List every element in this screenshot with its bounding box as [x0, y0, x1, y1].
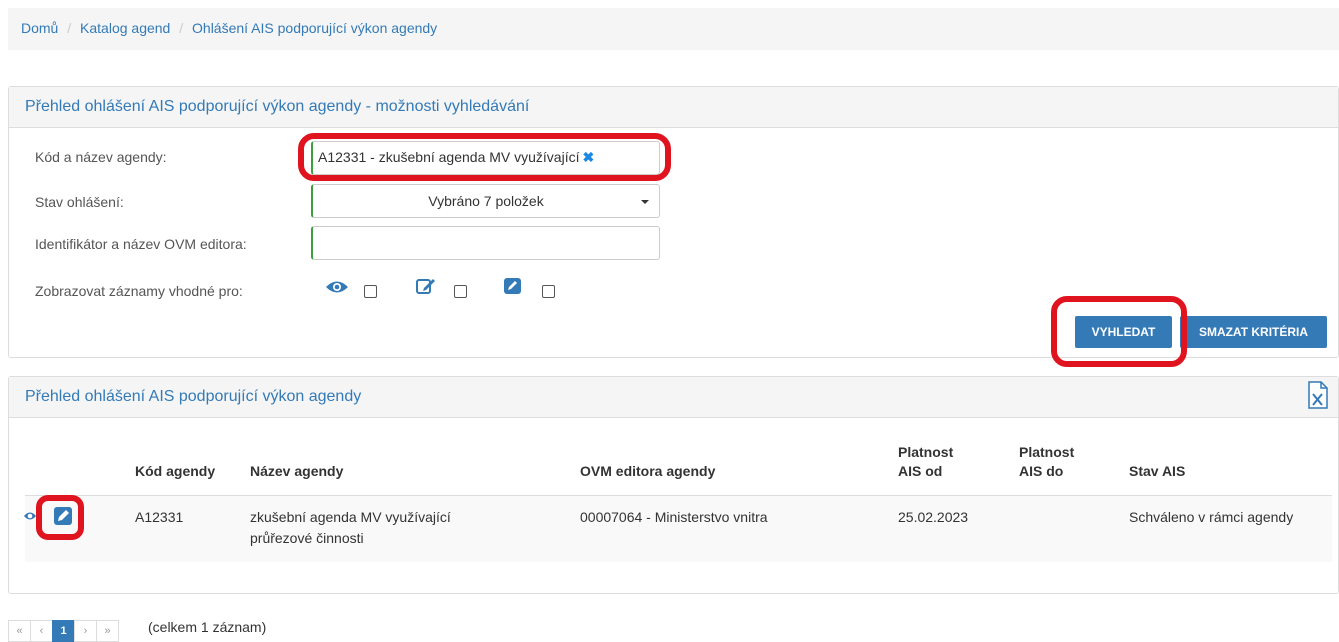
breadcrumb: Domů / Katalog agend / Ohlášení AIS podp…	[8, 8, 1339, 50]
col-ovm[interactable]: OVM editora agendy	[580, 462, 715, 481]
col-valid-from-line2: AIS od	[898, 463, 943, 479]
col-state[interactable]: Stav AIS	[1129, 462, 1185, 481]
state-label: Stav ohlášení:	[35, 194, 124, 210]
col-valid-to[interactable]: Platnost AIS do	[1019, 443, 1074, 481]
breadcrumb-separator: /	[179, 20, 184, 36]
col-code[interactable]: Kód agendy	[135, 462, 215, 481]
table-row	[25, 495, 1332, 562]
results-panel: Přehled ohlášení AIS podporující výkon a…	[8, 376, 1339, 594]
breadcrumb-catalog[interactable]: Katalog agend	[80, 20, 170, 36]
cell-name-line2: průřezové činnosti	[250, 530, 364, 546]
col-valid-from-line1: Platnost	[898, 444, 954, 460]
col-name[interactable]: Název agendy	[250, 462, 343, 481]
eye-icon	[326, 281, 348, 293]
state-select[interactable]: Vybráno 7 položek	[311, 184, 660, 218]
editor-label: Identifikátor a název OVM editora:	[35, 236, 247, 252]
results-title: Přehled ohlášení AIS podporující výkon a…	[25, 388, 362, 405]
state-select-value: Vybráno 7 položek	[428, 193, 544, 209]
col-valid-from[interactable]: Platnost AIS od	[898, 443, 953, 481]
cell-code: A12331	[135, 509, 184, 525]
results-panel-title: Přehled ohlášení AIS podporující výkon a…	[9, 377, 1338, 418]
highlight-edit-icon	[36, 495, 84, 540]
pagination-summary: (celkem 1 záznam)	[148, 619, 267, 635]
breadcrumb-home[interactable]: Domů	[21, 20, 58, 36]
cell-valid-from: 25.02.2023	[898, 509, 969, 525]
edit-checkbox[interactable]	[454, 285, 467, 298]
show-label: Zobrazovat záznamy vhodné pro:	[35, 283, 243, 299]
highlight-search-button	[1051, 296, 1187, 367]
approve-checkbox[interactable]	[542, 285, 555, 298]
highlight-agenda-field	[298, 133, 671, 181]
cell-ovm: 00007064 - Ministerstvo vnitra	[580, 509, 768, 525]
clear-criteria-button[interactable]: SMAZAT KRITÉRIA	[1180, 316, 1327, 348]
col-valid-to-line1: Platnost	[1019, 444, 1075, 460]
breadcrumb-separator: /	[67, 20, 72, 36]
breadcrumb-current: Ohlášení AIS podporující výkon agendy	[192, 20, 438, 36]
caret-down-icon	[641, 200, 649, 204]
eye-icon[interactable]	[23, 509, 37, 523]
col-valid-to-line2: AIS do	[1019, 463, 1064, 479]
search-panel-title: Přehled ohlášení AIS podporující výkon a…	[9, 87, 1338, 128]
edit-outline-icon	[416, 279, 435, 294]
agenda-label: Kód a název agendy:	[35, 149, 167, 165]
cell-name-line1: zkušební agenda MV využívající	[250, 509, 451, 525]
cell-name: zkušební agenda MV využívající průřezové…	[250, 507, 451, 549]
edit-square-icon	[504, 278, 521, 294]
view-checkbox[interactable]	[364, 285, 377, 298]
cell-state: Schváleno v rámci agendy	[1129, 509, 1294, 525]
excel-export-icon[interactable]	[1308, 381, 1328, 409]
editor-input[interactable]	[311, 226, 660, 260]
